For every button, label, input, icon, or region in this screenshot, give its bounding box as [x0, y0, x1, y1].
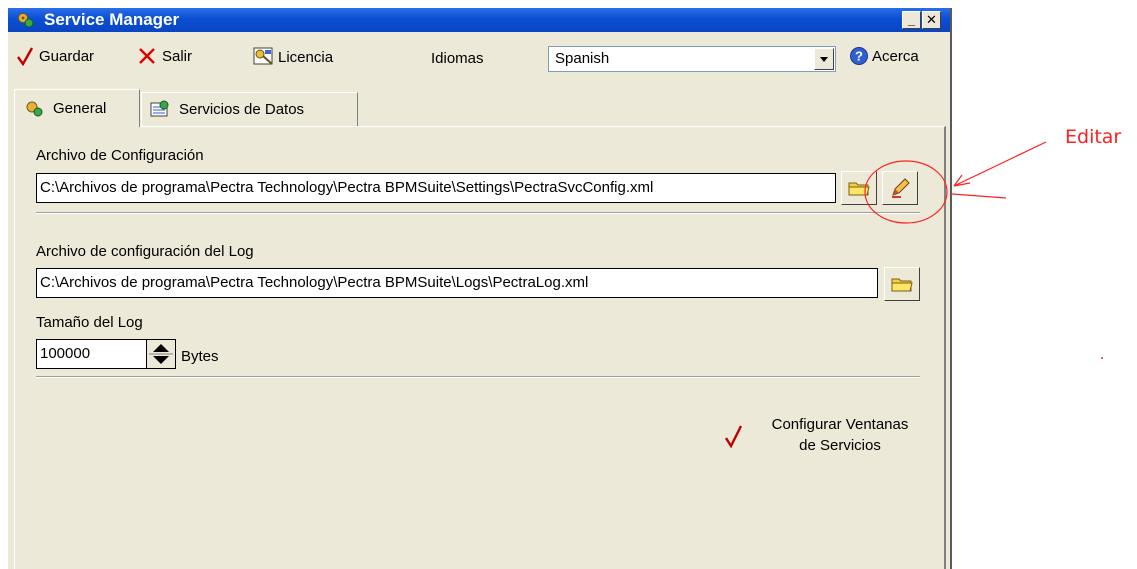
annotation-line	[951, 193, 1007, 199]
stray-dot	[1101, 357, 1103, 359]
tab-general-label: General	[53, 100, 107, 117]
annotation-arrow	[953, 141, 1047, 187]
highlight-circle	[864, 160, 948, 224]
annotation-overlay	[864, 141, 1103, 359]
gears-icon	[26, 101, 43, 116]
tab-general[interactable]: General	[14, 89, 140, 127]
annotation-edit-label: Editar	[1065, 126, 1122, 148]
